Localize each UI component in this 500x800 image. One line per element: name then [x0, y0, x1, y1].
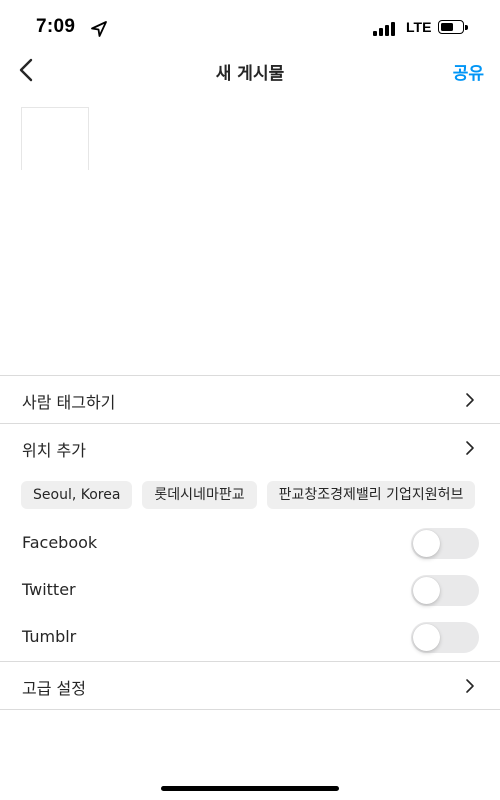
location-arrow-icon [91, 21, 107, 37]
facebook-label: Facebook [22, 533, 98, 552]
status-time: 7:09 [36, 16, 76, 37]
page-title: 새 게시물 [215, 64, 285, 84]
chevron-right-icon [466, 441, 474, 455]
facebook-share-row: Facebook [0, 521, 500, 565]
chevron-right-icon [466, 679, 474, 693]
toggle-knob [413, 530, 440, 557]
chevron-right-icon [466, 393, 474, 407]
twitter-toggle[interactable] [411, 575, 479, 606]
location-chip[interactable]: 판교창조경제밸리 기업지원허브 [266, 481, 476, 509]
home-indicator[interactable] [161, 786, 339, 791]
twitter-share-row: Twitter [0, 568, 500, 612]
share-button[interactable]: 공유 [453, 59, 484, 84]
twitter-label: Twitter [22, 580, 76, 599]
advanced-settings-label: 고급 설정 [22, 679, 86, 698]
divider [0, 709, 500, 710]
tag-people-label: 사람 태그하기 [22, 393, 116, 412]
toggle-knob [413, 624, 440, 651]
navigation-header: 새 게시물 공유 [0, 48, 500, 92]
advanced-settings-row[interactable]: 고급 설정 [0, 662, 500, 708]
network-type: LTE [406, 19, 432, 35]
location-chip[interactable]: Seoul, Korea [21, 481, 133, 509]
media-thumbnail[interactable] [21, 107, 89, 170]
location-chip[interactable]: 롯데시네마판교 [142, 481, 257, 509]
tag-people-row[interactable]: 사람 태그하기 [0, 376, 500, 422]
tumblr-toggle[interactable] [411, 622, 479, 653]
facebook-toggle[interactable] [411, 528, 479, 559]
tumblr-share-row: Tumblr [0, 615, 500, 659]
add-location-row[interactable]: 위치 추가 [0, 424, 500, 470]
add-location-label: 위치 추가 [22, 441, 86, 460]
battery-icon [438, 20, 468, 36]
cellular-signal-icon [373, 22, 399, 36]
location-suggestions: Seoul, Korea 롯데시네마판교 판교창조경제밸리 기업지원허브 [21, 481, 500, 511]
toggle-knob [413, 577, 440, 604]
tumblr-label: Tumblr [22, 627, 77, 646]
